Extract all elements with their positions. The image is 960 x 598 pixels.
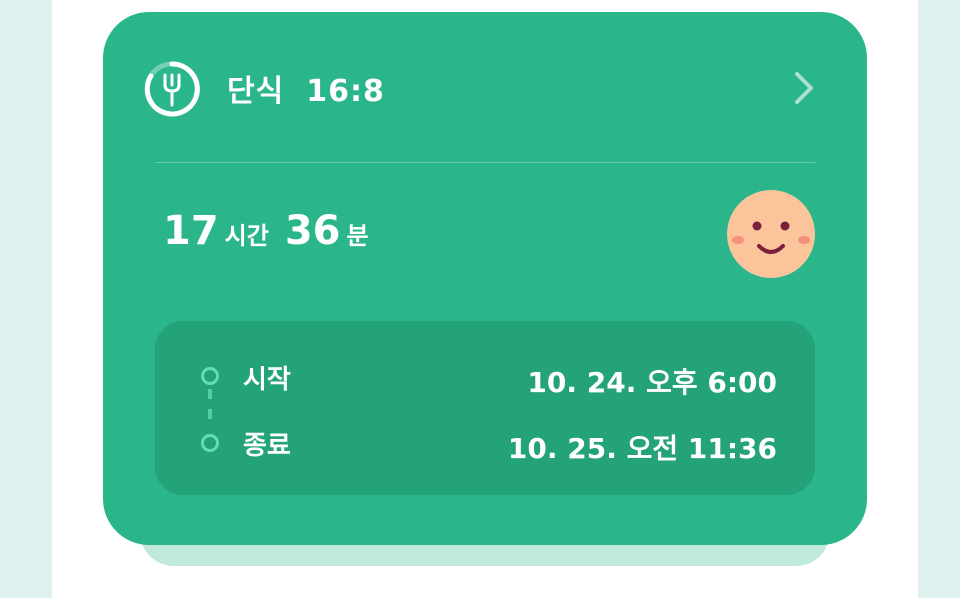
elapsed-hours-unit: 시간: [224, 222, 269, 250]
end-label: 종료: [243, 431, 291, 461]
elapsed-minutes-unit: 분: [346, 222, 369, 250]
elapsed-minutes: 36: [284, 208, 341, 254]
fasting-plan-ratio: 16:8: [306, 74, 385, 109]
header-divider: [155, 162, 815, 163]
start-time: 10. 24. 오후 6:00: [527, 366, 777, 399]
elapsed-hours: 17: [163, 208, 219, 254]
elapsed-time: 17 시간 36 분: [163, 208, 385, 254]
fork-progress-icon: [144, 61, 200, 117]
fasting-card[interactable]: 단식 16:8 17 시간 36 분 시작 10. 24. 오후 6:00 종료 10.…: [103, 12, 867, 545]
end-time: 10. 25. 오전 11:36: [507, 432, 777, 465]
fasting-title-text: 단식: [227, 74, 285, 109]
timeline-connector: [208, 389, 212, 429]
smiley-face-icon: [727, 190, 815, 278]
fasting-schedule-panel: 시작 10. 24. 오후 6:00 종료 10. 25. 오전 11:36: [155, 321, 815, 495]
chevron-right-icon[interactable]: [789, 66, 819, 110]
end-dot-icon: [201, 434, 219, 452]
start-label: 시작: [243, 365, 291, 395]
fasting-card-header[interactable]: 단식 16:8: [103, 12, 867, 162]
fasting-plan-title: 단식 16:8: [227, 66, 385, 110]
start-dot-icon: [201, 367, 219, 385]
